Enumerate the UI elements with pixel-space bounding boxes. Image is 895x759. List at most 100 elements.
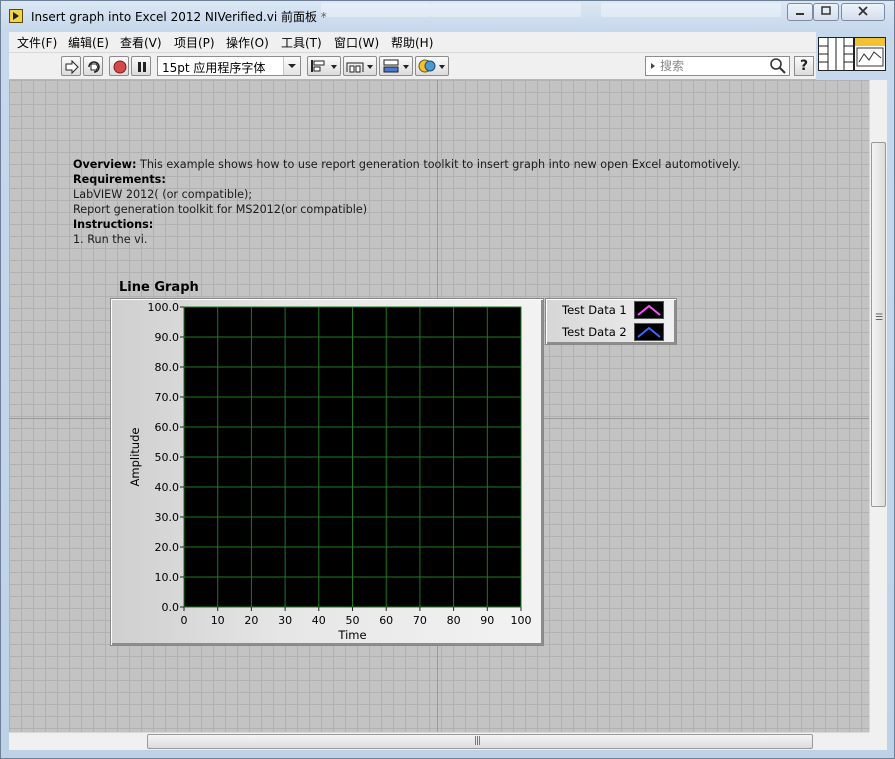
- legend-item[interactable]: Test Data 1: [546, 299, 676, 321]
- pause-icon: [138, 62, 146, 72]
- reorder-icon: [418, 59, 436, 73]
- font-select-value: 15pt 应用程序字体: [162, 61, 266, 75]
- grip-icon: |||: [474, 736, 481, 746]
- window-title: Insert graph into Excel 2012 NIVerified.…: [31, 10, 327, 24]
- search-field[interactable]: [645, 56, 790, 76]
- x-tick-label: 90: [480, 614, 494, 627]
- plot-legend[interactable]: Test Data 1 Test Data 2: [545, 298, 677, 345]
- background-tab-ghost: [601, 3, 781, 17]
- x-tick-label: 10: [211, 614, 225, 627]
- context-help-button[interactable]: ?: [794, 56, 814, 76]
- labview-front-panel-window: Insert graph into Excel 2012 NIVerified.…: [0, 0, 895, 759]
- horizontal-scrollbar[interactable]: |||: [9, 732, 869, 750]
- y-tick-label: 60.0: [155, 421, 180, 434]
- x-tick-label: 40: [312, 614, 326, 627]
- scrollbar-corner: [869, 732, 887, 750]
- close-button[interactable]: [841, 3, 885, 21]
- requirement-line: LabVIEW 2012( (or compatible);: [73, 188, 253, 201]
- y-tick-label: 40.0: [155, 481, 180, 494]
- chevron-down-icon: [439, 65, 445, 69]
- search-input[interactable]: [660, 58, 760, 74]
- connector-pane-pattern-icon: [819, 38, 853, 70]
- horizontal-scroll-thumb[interactable]: |||: [147, 734, 813, 749]
- menu-operate[interactable]: 操作(O): [226, 34, 269, 51]
- search-icon[interactable]: [769, 57, 787, 75]
- line-graph[interactable]: 0 10 20 30 40 50 60 70 80 90 100 100.0 90.0 80.0 70.0 6…: [110, 298, 544, 646]
- instruction-line: 1. Run the vi.: [73, 233, 148, 246]
- minimize-icon: [796, 13, 804, 15]
- reorder-button[interactable]: [415, 56, 449, 76]
- description-text: Overview: This example shows how to use …: [73, 157, 741, 247]
- graph-title: Line Graph: [119, 280, 199, 295]
- front-panel-canvas[interactable]: Overview: This example shows how to use …: [9, 80, 869, 732]
- search-options-arrow-icon: [651, 63, 655, 69]
- menu-view[interactable]: 查看(V): [120, 34, 162, 51]
- close-icon: [858, 6, 868, 16]
- y-tick-label: 10.0: [155, 571, 180, 584]
- y-tick-label: 90.0: [155, 331, 180, 344]
- y-tick-label: 0.0: [162, 601, 180, 614]
- legend-label: Test Data 2: [562, 325, 627, 339]
- menu-edit[interactable]: 编辑(E): [68, 34, 109, 51]
- vi-graph-icon: [855, 38, 885, 67]
- y-tick-label: 70.0: [155, 391, 180, 404]
- menu-project[interactable]: 项目(P): [174, 34, 215, 51]
- y-tick-label: 50.0: [155, 451, 180, 464]
- legend-label: Test Data 1: [562, 303, 627, 317]
- y-tick-label: 80.0: [155, 361, 180, 374]
- chevron-down-icon: [403, 65, 409, 69]
- overview-text: This example shows how to use report gen…: [136, 158, 741, 171]
- run-continuously-button[interactable]: [83, 56, 103, 76]
- x-tick-label: 70: [413, 614, 427, 627]
- legend-plot-style-icon: [637, 304, 661, 316]
- x-tick-label: 30: [278, 614, 292, 627]
- run-button[interactable]: [61, 56, 81, 76]
- title-bar[interactable]: Insert graph into Excel 2012 NIVerified.…: [1, 1, 894, 31]
- run-continuously-icon: [88, 61, 100, 73]
- font-select[interactable]: 15pt 应用程序字体: [157, 56, 301, 76]
- vi-icon-thumbnail[interactable]: [854, 37, 886, 71]
- legend-plot-style-icon: [637, 326, 661, 338]
- vertical-scrollbar[interactable]: ☰: [869, 80, 887, 732]
- x-tick-label: 100: [511, 614, 532, 627]
- distribute-objects-button[interactable]: [343, 56, 377, 76]
- instructions-label: Instructions:: [73, 218, 154, 231]
- maximize-button[interactable]: [813, 3, 839, 21]
- vertical-scroll-thumb[interactable]: ☰: [871, 142, 886, 507]
- x-axis-label: Time: [337, 628, 366, 642]
- x-tick-label: 60: [379, 614, 393, 627]
- resize-objects-button[interactable]: [379, 56, 413, 76]
- abort-button[interactable]: [109, 56, 129, 76]
- run-arrow-icon: [65, 59, 79, 75]
- line-graph-plot: 0 10 20 30 40 50 60 70 80 90 100 100.0 90.0 80.0 70.0 6…: [128, 301, 532, 642]
- requirements-label: Requirements:: [73, 173, 166, 186]
- menu-help[interactable]: 帮助(H): [391, 34, 433, 51]
- y-tick-label: 100.0: [148, 301, 180, 314]
- chevron-down-icon: [331, 65, 337, 69]
- maximize-icon: [821, 6, 831, 15]
- x-tick-label: 0: [181, 614, 188, 627]
- minimize-button[interactable]: [787, 3, 813, 21]
- font-select-dropdown[interactable]: [283, 57, 300, 75]
- abort-stop-icon: [113, 60, 127, 74]
- align-objects-button[interactable]: [307, 56, 341, 76]
- background-tab-ghost: [431, 3, 581, 17]
- menu-window[interactable]: 窗口(W): [334, 34, 379, 51]
- labview-vi-icon: [9, 9, 23, 23]
- y-tick-label: 20.0: [155, 541, 180, 554]
- connector-pane[interactable]: [818, 37, 854, 71]
- legend-line-swatch-icon[interactable]: [634, 323, 664, 341]
- overview-label: Overview:: [73, 158, 137, 171]
- x-tick-label: 20: [244, 614, 258, 627]
- menu-tools[interactable]: 工具(T): [281, 34, 322, 51]
- align-objects-icon: [311, 60, 325, 72]
- x-tick-label: 80: [447, 614, 461, 627]
- legend-line-swatch-icon[interactable]: [634, 301, 664, 319]
- legend-item[interactable]: Test Data 2: [546, 321, 676, 343]
- y-tick-label: 30.0: [155, 511, 180, 524]
- toolbar: 15pt 应用程序字体 ?: [9, 53, 816, 80]
- x-tick-label: 50: [346, 614, 360, 627]
- menu-file[interactable]: 文件(F): [17, 34, 57, 51]
- resize-objects-icon: [383, 59, 399, 73]
- pause-button[interactable]: [131, 56, 151, 76]
